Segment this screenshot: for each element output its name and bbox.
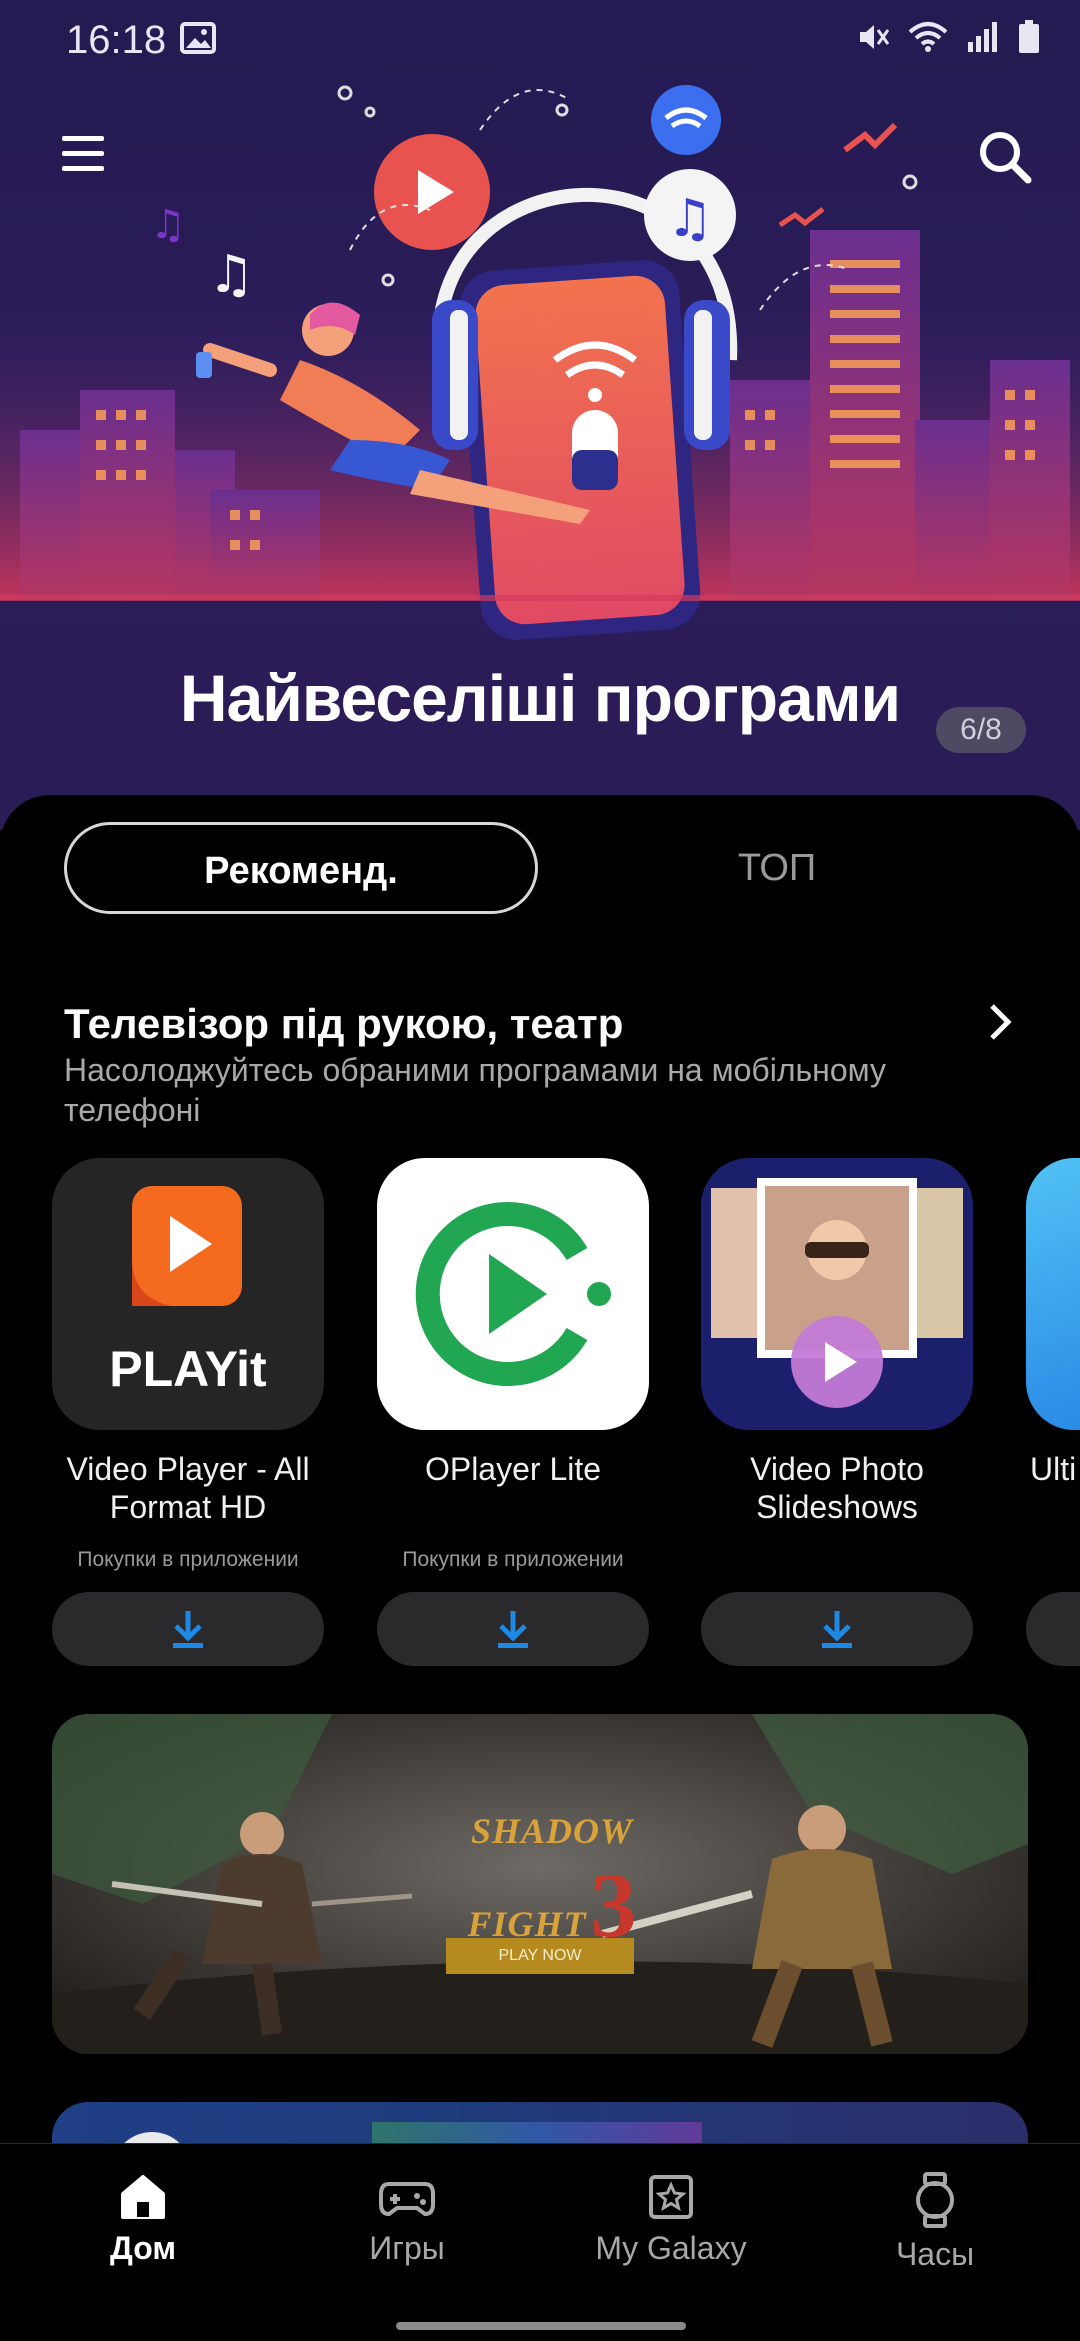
download-button[interactable]: [1026, 1592, 1080, 1666]
nav-games-label: Игры: [369, 2230, 445, 2266]
mute-icon: [860, 25, 890, 49]
tab-recommended[interactable]: Рекоменд.: [64, 822, 538, 914]
playit-logo-icon: PLAYit: [109, 1186, 267, 1397]
app-name: Video Player - All Format HD Video…: [66, 1451, 310, 1525]
svg-text:♫: ♫: [150, 202, 186, 248]
status-bar: 16:18: [0, 0, 1080, 80]
play-now-button[interactable]: PLAY NOW: [446, 1938, 634, 1974]
app-card[interactable]: Video Photo Slideshows: [701, 1158, 973, 1666]
game-logo: SHADOW FIGHT3: [402, 1810, 702, 1958]
wifi-icon: [908, 22, 948, 52]
menu-icon[interactable]: [60, 130, 106, 176]
app-icon-slideshow[interactable]: [701, 1158, 973, 1430]
nav-watch[interactable]: Часы: [800, 2172, 1070, 2273]
download-icon: [498, 1611, 528, 1648]
signal-icon: [968, 22, 997, 52]
gamepad-icon: [379, 2182, 435, 2217]
app-purchase-info: [701, 1548, 973, 1574]
search-icon[interactable]: [978, 130, 1032, 184]
app-name: Video Photo Slideshows: [750, 1451, 924, 1525]
star-icon: [649, 2175, 693, 2219]
app-icon-label: PLAYit: [109, 1341, 267, 1397]
home-indicator[interactable]: [396, 2322, 686, 2330]
nav-games[interactable]: Игры: [272, 2172, 542, 2267]
nav-home-label: Дом: [110, 2230, 176, 2266]
tab-top[interactable]: ТОП: [640, 822, 914, 914]
bottom-navigation: Дом Игры My Galaxy Часы: [0, 2143, 1080, 2341]
slideshow-logo-icon: [711, 1178, 963, 1408]
status-time: 16:18: [66, 18, 167, 62]
oplayer-logo-icon: [415, 1202, 611, 1386]
gallery-notification-icon: [180, 22, 216, 54]
promo-banner-shadow-fight[interactable]: SHADOW FIGHT3 PLAY NOW: [52, 1714, 1028, 2054]
download-button[interactable]: [52, 1592, 324, 1666]
app-purchase-info: Покупки в приложении: [77, 1548, 299, 1571]
section-subtitle: Насолоджуйтесь обраними програмами на мо…: [64, 1052, 886, 1128]
battery-icon: [1019, 20, 1039, 53]
app-icon-oplayer[interactable]: [377, 1158, 649, 1430]
app-name: Ulti Play: [1030, 1451, 1080, 1487]
app-purchase-info: [1026, 1548, 1080, 1574]
svg-text:♫: ♫: [667, 189, 714, 249]
app-icon-ultimate-player[interactable]: [1026, 1158, 1080, 1430]
download-icon: [822, 1611, 852, 1648]
download-button[interactable]: [701, 1592, 973, 1666]
banner-page-counter: 6/8: [936, 707, 1026, 753]
nav-watch-label: Часы: [895, 2236, 975, 2272]
chevron-right-icon[interactable]: [986, 1002, 1014, 1042]
app-card[interactable]: Ulti Play: [1026, 1158, 1080, 1666]
nav-my-galaxy-label: My Galaxy: [595, 2230, 747, 2266]
home-icon: [121, 2175, 165, 2219]
app-icon-playit[interactable]: PLAYit: [52, 1158, 324, 1430]
section-title[interactable]: Телевізор під рукою, театр: [64, 1000, 623, 1048]
watch-icon: [916, 2172, 954, 2228]
app-purchase-info: Покупки в приложении: [402, 1548, 624, 1571]
hero-banner[interactable]: ♫ ♫ ♫ 16:18 Найвеселіші програми: [0, 0, 1080, 830]
download-button[interactable]: [377, 1592, 649, 1666]
app-card[interactable]: PLAYit Video Player - All Format HD Vide…: [52, 1158, 324, 1666]
app-card[interactable]: OPlayer Lite Покупки в приложении: [377, 1158, 649, 1666]
download-icon: [173, 1611, 203, 1648]
svg-text:♫: ♫: [208, 245, 255, 305]
nav-my-galaxy[interactable]: My Galaxy: [536, 2172, 806, 2267]
app-name: OPlayer Lite: [424, 1451, 602, 1487]
hero-title: Найвеселіші програми: [179, 661, 901, 735]
nav-home[interactable]: Дом: [8, 2172, 278, 2267]
